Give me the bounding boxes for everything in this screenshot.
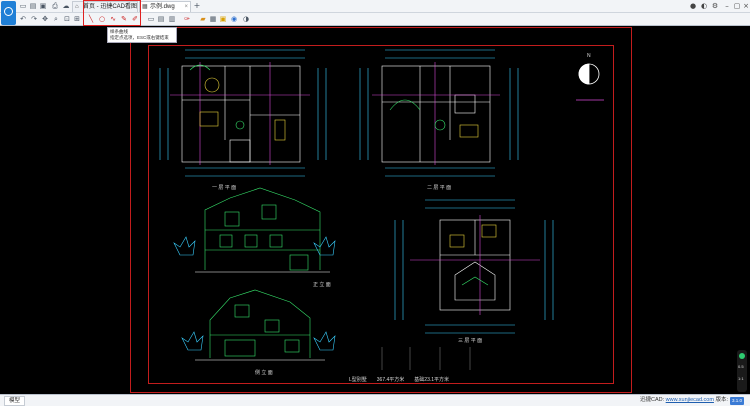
version-label: 版本: [715, 397, 728, 403]
status-bar: 模型 迅捷CAD: www.xunjiecad.com 版本: 3.1.0 [0, 394, 750, 406]
spline-tooltip: 样条曲线 指定点选项，ESC或右键结束 [107, 27, 177, 43]
brand-label: 迅捷CAD: [639, 397, 665, 403]
version-badge: 3.1.0 [730, 397, 744, 405]
first-floor-plan [159, 49, 327, 177]
first-floor-label: 一 层 平 面 [212, 185, 237, 191]
zoom-value: 0.5 [738, 364, 744, 369]
navigator-indicator-icon [739, 353, 745, 359]
third-floor-label: 三 层 平 面 [458, 338, 483, 344]
zoom-ratio: 1:1 [738, 376, 744, 381]
website-link[interactable]: www.xunjiecad.com [666, 397, 714, 403]
front-elevation [173, 187, 336, 273]
legend-table [381, 347, 471, 370]
side-elevation-label: 侧 立 面 [255, 370, 273, 376]
second-floor-plan [359, 49, 519, 177]
north-label: N [587, 53, 591, 59]
side-elevation [181, 289, 336, 361]
second-floor-label: 二 层 平 面 [427, 185, 452, 191]
status-info: 迅捷CAD: www.xunjiecad.com 版本: [640, 395, 728, 406]
cad-drawing [159, 49, 604, 370]
model-tab[interactable]: 模型 [4, 396, 26, 406]
zoom-navigator[interactable]: 0.5 1:1 [737, 350, 747, 392]
north-arrow [576, 63, 604, 101]
third-floor-plan [394, 199, 554, 334]
drawing-footer-text: L型别墅 367.4平方米 基础23.1平方米 [349, 377, 450, 383]
front-elevation-label: 正 立 面 [313, 282, 331, 288]
cad-viewer-app: ▭ ▤ ▣ ⎙ ☁ ⌂ 首页 - 迅捷CAD看图 ▦ 示例.dwg × + ● … [0, 0, 750, 406]
tooltip-hint: 指定点选项，ESC或右键结束 [110, 35, 169, 40]
